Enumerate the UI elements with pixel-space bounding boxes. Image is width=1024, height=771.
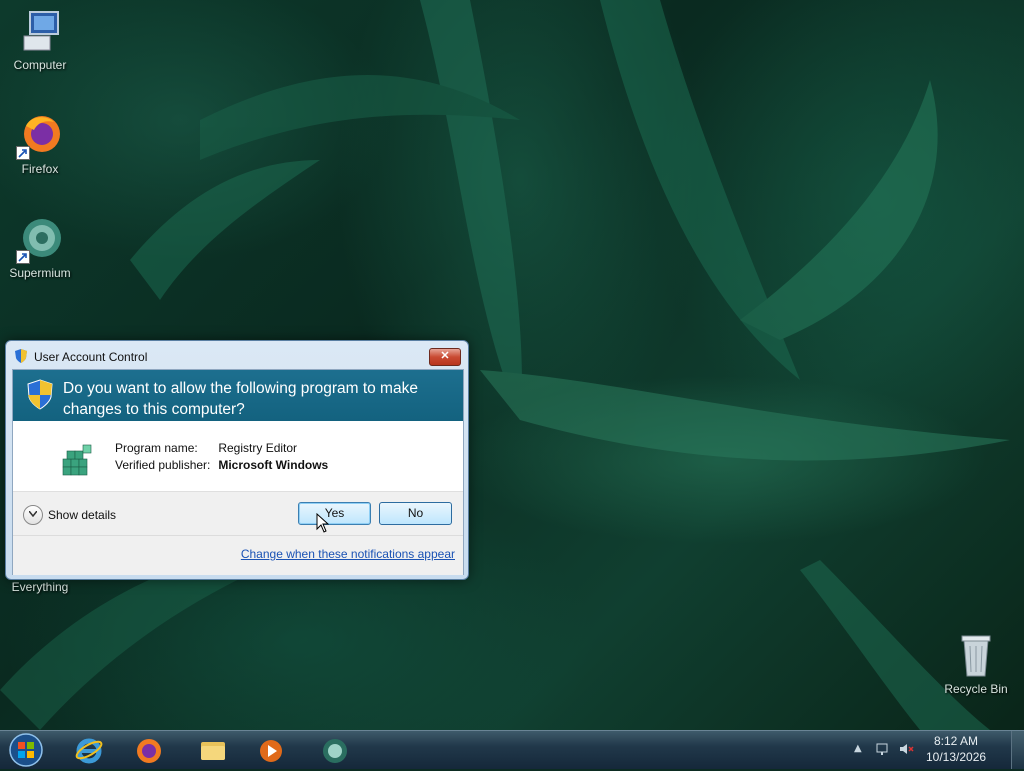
taskbar-supermium[interactable] — [310, 733, 360, 767]
question-banner: Do you want to allow the following progr… — [13, 370, 463, 421]
network-icon[interactable] — [876, 742, 892, 759]
footer-divider — [13, 535, 463, 536]
windows-logo-icon — [9, 733, 43, 767]
clock-date[interactable]: 10/13/2026 — [926, 750, 986, 764]
dialog-title: User Account Control — [34, 350, 148, 364]
show-desktop-button[interactable] — [1011, 731, 1024, 769]
no-button[interactable]: No — [379, 502, 452, 525]
show-details-label[interactable]: Show details — [48, 508, 116, 522]
dialog-body: Do you want to allow the following progr… — [12, 369, 464, 575]
internet-explorer-icon — [75, 738, 103, 764]
desktop-icon-label: Supermium — [9, 266, 71, 280]
desktop-icon-supermium[interactable]: Supermium — [0, 216, 80, 280]
firefox-icon — [16, 112, 64, 160]
close-button[interactable]: ✕ — [429, 348, 461, 366]
uac-dialog: User Account Control ✕ Do you want to al… — [5, 340, 469, 580]
desktop-icon-label: Recycle Bin — [944, 682, 1008, 696]
publisher-value: Microsoft Windows — [218, 458, 329, 472]
taskbar-internet-explorer[interactable] — [64, 733, 114, 767]
recycle-bin-icon — [952, 632, 1000, 680]
publisher-row: Verified publisher: Microsoft Windows — [115, 458, 328, 472]
taskbar-firefox[interactable] — [124, 733, 174, 767]
start-button[interactable] — [6, 732, 46, 768]
supermium-icon — [16, 216, 64, 264]
computer-icon — [16, 8, 64, 56]
shortcut-arrow-icon — [16, 250, 30, 264]
system-tray: ▲ 8:12 AM 10/13/2026 — [854, 731, 1024, 769]
desktop-icon-label: Everything — [11, 580, 69, 594]
uac-shield-icon — [26, 379, 54, 414]
shortcut-arrow-icon — [16, 146, 30, 160]
program-name-value: Registry Editor — [218, 441, 298, 455]
change-notifications-link[interactable]: Change when these notifications appear — [241, 547, 455, 561]
yes-button[interactable]: Yes — [298, 502, 371, 525]
media-player-icon — [260, 740, 282, 762]
volume-icon[interactable] — [898, 742, 914, 759]
firefox-icon — [137, 739, 161, 763]
registry-editor-icon — [61, 443, 95, 480]
mouse-cursor-icon — [316, 513, 330, 533]
desktop-icon-label: Computer — [13, 58, 67, 72]
program-name-row: Program name: Registry Editor — [115, 441, 297, 455]
desktop-icon-recycle-bin[interactable]: Recycle Bin — [936, 632, 1016, 696]
taskbar: ▲ 8:12 AM 10/13/2026 — [0, 730, 1024, 769]
show-hidden-icons-button[interactable]: ▲ — [854, 743, 862, 754]
desktop-icon-computer[interactable]: Computer — [0, 8, 80, 72]
taskbar-media-player[interactable] — [246, 733, 296, 767]
program-name-label: Program name: — [115, 441, 198, 455]
dialog-titlebar[interactable]: User Account Control ✕ — [6, 341, 468, 369]
uac-question: Do you want to allow the following progr… — [63, 380, 418, 418]
close-icon: ✕ — [440, 350, 450, 362]
show-details-toggle[interactable] — [23, 505, 43, 525]
taskbar-file-explorer[interactable] — [188, 733, 238, 767]
desktop-icon-everything[interactable]: Everything — [0, 580, 80, 594]
desktop-icon-firefox[interactable]: Firefox — [0, 112, 80, 176]
desktop-icon-label: Firefox — [21, 162, 59, 176]
supermium-icon — [323, 739, 347, 763]
folder-icon — [201, 742, 225, 760]
uac-shield-icon — [14, 348, 28, 367]
clock-time[interactable]: 8:12 AM — [934, 734, 978, 748]
chevron-down-icon — [29, 511, 37, 517]
dialog-footer: Show details Yes No Change when these no… — [13, 491, 463, 575]
program-info: Program name: Registry Editor Verified p… — [13, 421, 463, 491]
publisher-label: Verified publisher: — [115, 458, 211, 472]
